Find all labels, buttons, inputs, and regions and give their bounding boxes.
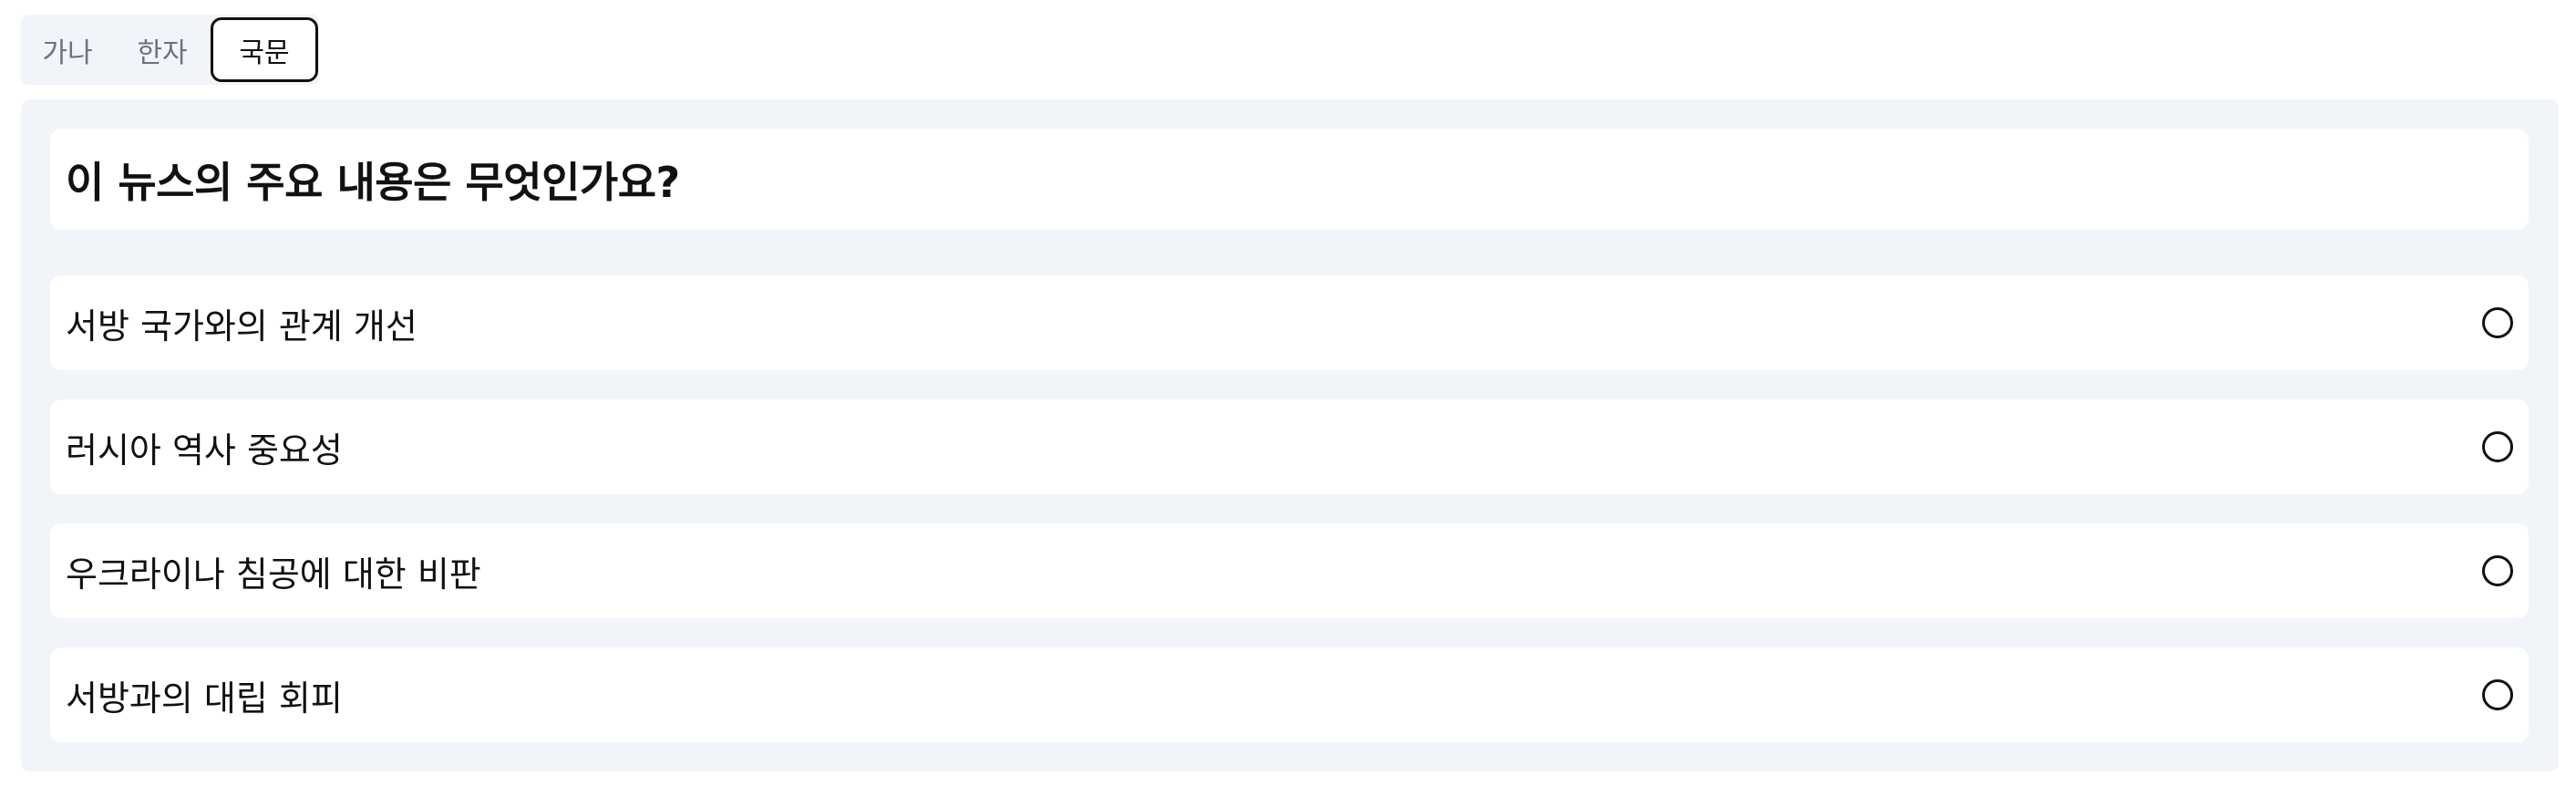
answer-option-label: 러시아 역사 중요성 (66, 430, 343, 471)
answer-option[interactable]: 러시아 역사 중요성 (50, 399, 2529, 494)
radio-icon[interactable] (2482, 307, 2513, 338)
answer-option-label: 서방과의 대립 회피 (66, 678, 343, 719)
answer-option-label: 서방 국가와의 관계 개선 (66, 305, 417, 347)
answer-option[interactable]: 서방 국가와의 관계 개선 (50, 275, 2529, 370)
question-title: 이 뉴스의 주요 내용은 무엇인가요? (50, 129, 2529, 230)
radio-icon[interactable] (2482, 679, 2513, 710)
tab-hanja[interactable]: 한자 (124, 15, 201, 85)
answer-option[interactable]: 서방과의 대립 회피 (50, 647, 2529, 742)
radio-icon[interactable] (2482, 431, 2513, 462)
tab-gukmun[interactable]: 국문 (211, 17, 318, 82)
quiz-panel: 이 뉴스의 주요 내용은 무엇인가요? 서방 국가와의 관계 개선 러시아 역사… (21, 99, 2559, 771)
answer-option[interactable]: 우크라이나 침공에 대한 비판 (50, 523, 2529, 618)
answer-option-label: 우크라이나 침공에 대한 비판 (66, 554, 481, 595)
radio-icon[interactable] (2482, 555, 2513, 586)
script-mode-tabs: 가나 한자 국문 (21, 15, 319, 85)
tab-gana[interactable]: 가나 (30, 15, 105, 85)
